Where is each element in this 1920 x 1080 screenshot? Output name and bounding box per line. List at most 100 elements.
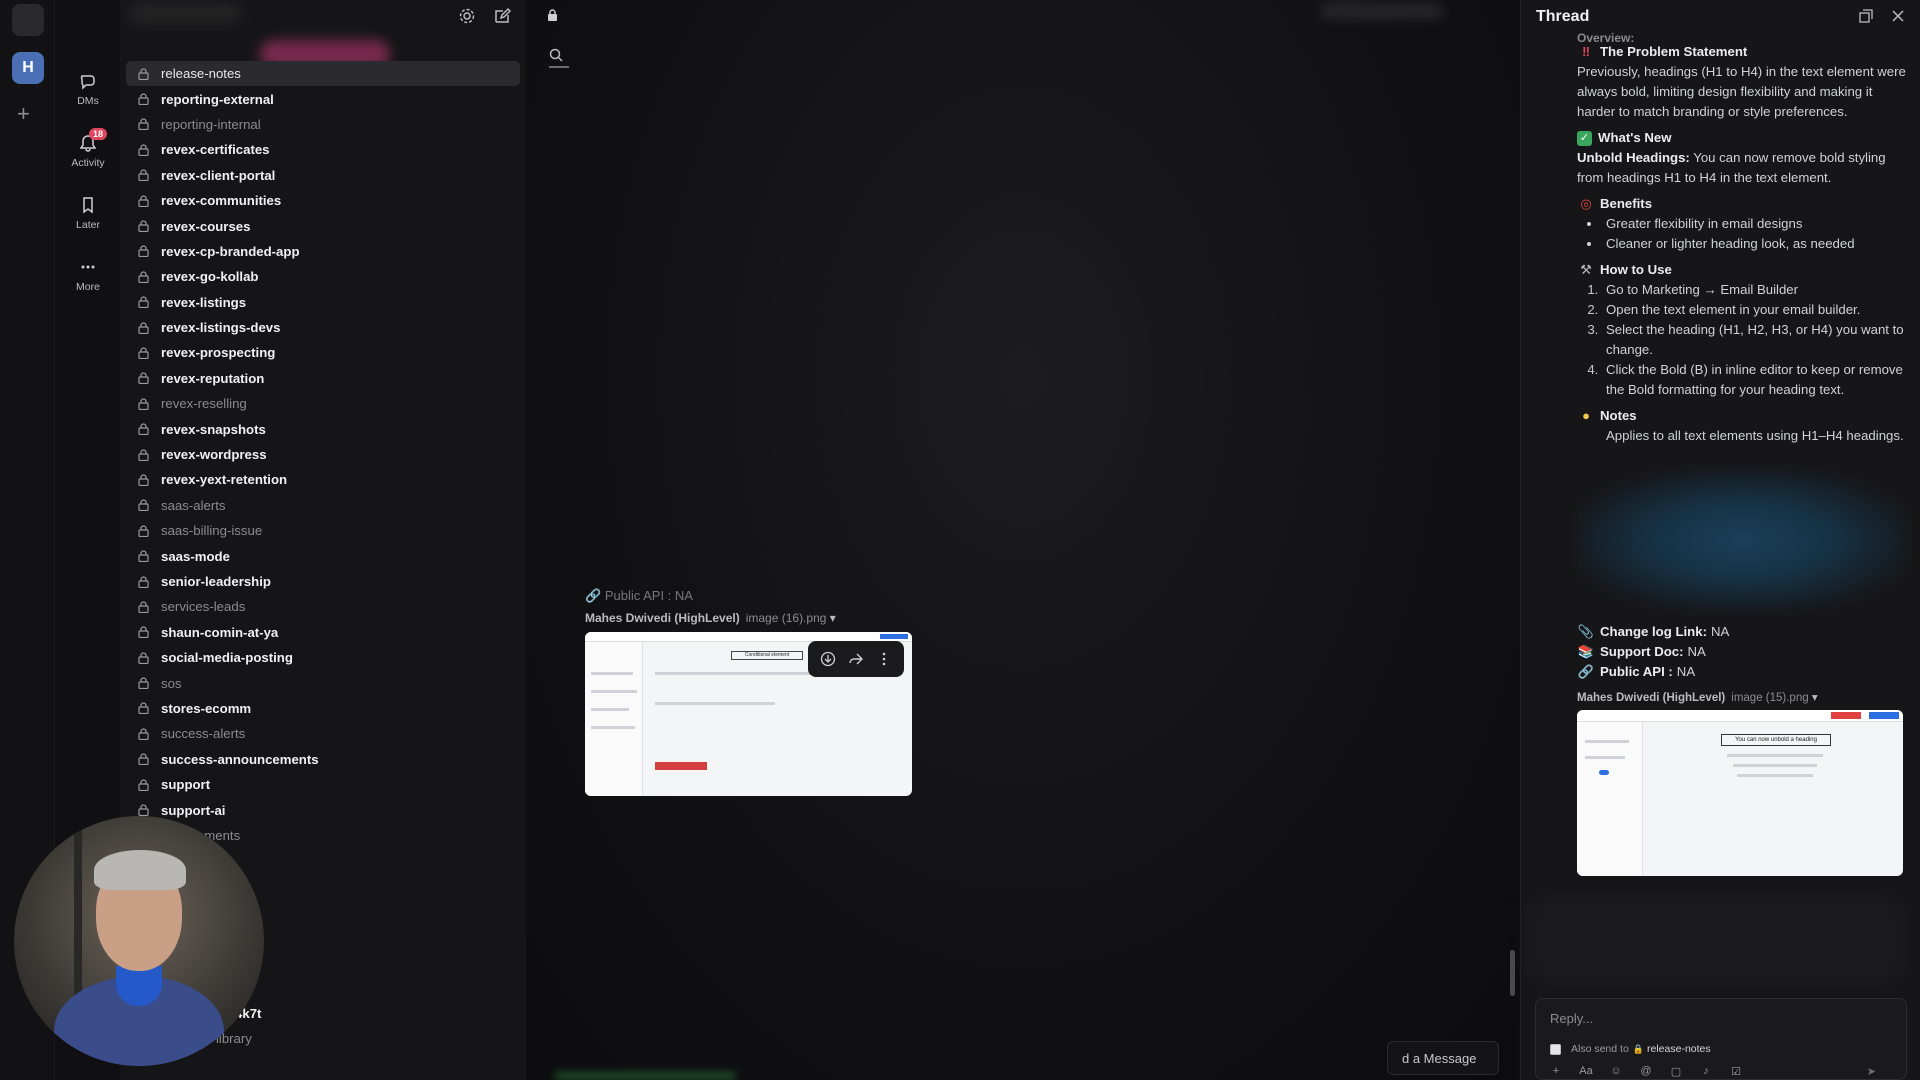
workspace-logo[interactable]: H bbox=[12, 52, 44, 84]
mention-icon[interactable]: @ bbox=[1638, 1065, 1654, 1078]
sidebar-item-channel[interactable]: support-ai bbox=[126, 797, 520, 822]
list-item: Select the heading (H1, H2, H3, or H4) y… bbox=[1602, 320, 1907, 360]
sidebar-item-channel[interactable]: saas-mode bbox=[126, 543, 520, 568]
sidebar-item-channel[interactable]: stores-ecomm bbox=[126, 696, 520, 721]
sidebar-item-channel[interactable]: shaun-comin-at-ya bbox=[126, 620, 520, 645]
sidebar-item-channel[interactable]: revex-prospecting bbox=[126, 340, 520, 365]
add-workspace-icon[interactable]: + bbox=[17, 103, 30, 125]
sidebar-item-channel[interactable]: revex-go-kollab bbox=[126, 264, 520, 289]
send-icon[interactable]: ➤ bbox=[1867, 1065, 1876, 1078]
composer-blurred bbox=[555, 1072, 735, 1080]
sidebar-item-channel[interactable]: sos bbox=[126, 670, 520, 695]
lock-icon bbox=[138, 601, 149, 613]
sidebar-item-channel[interactable]: revex-wordpress bbox=[126, 442, 520, 467]
tools-icon: ⚒ bbox=[1580, 262, 1592, 277]
changelog-label: Change log Link: bbox=[1600, 624, 1707, 639]
gear-icon[interactable] bbox=[458, 7, 476, 25]
sidebar-item-channel[interactable]: revex-snapshots bbox=[126, 416, 520, 441]
sidebar-item-channel[interactable]: release-notes bbox=[126, 61, 520, 87]
api-value: NA bbox=[1676, 664, 1696, 679]
popout-icon[interactable] bbox=[1858, 8, 1874, 24]
chevron-down-icon[interactable]: ▾ bbox=[830, 611, 836, 625]
sidebar-item-channel[interactable]: revex-cp-branded-app bbox=[126, 239, 520, 264]
compose-icon[interactable] bbox=[493, 7, 511, 25]
download-icon[interactable] bbox=[820, 651, 836, 667]
sidebar-item-label: revex-listings-devs bbox=[161, 320, 281, 336]
nav-activity[interactable]: 18 Activity bbox=[56, 128, 120, 169]
more-vertical-icon[interactable] bbox=[876, 651, 892, 667]
send-message-button[interactable]: d a Message bbox=[1387, 1041, 1499, 1075]
message-author[interactable]: Mahes Dwivedi (HighLevel) image (16).png … bbox=[585, 611, 836, 625]
sidebar-item-label: saas-mode bbox=[161, 548, 230, 564]
sidebar-item-channel[interactable]: saas-alerts bbox=[126, 493, 520, 518]
thread-attachment-name[interactable]: image (15).png bbox=[1731, 692, 1808, 704]
sidebar-item-channel[interactable]: success-announcements bbox=[126, 747, 520, 772]
mic-icon[interactable]: ♪ bbox=[1698, 1065, 1714, 1078]
blurred-region bbox=[1531, 900, 1901, 980]
close-icon[interactable] bbox=[1890, 8, 1906, 24]
chevron-down-icon[interactable]: ▾ bbox=[1812, 692, 1818, 704]
sidebar-item-channel[interactable]: revex-listings-devs bbox=[126, 315, 520, 340]
link-icon: 🔗 bbox=[1577, 664, 1595, 679]
video-icon[interactable]: ▢ bbox=[1668, 1065, 1684, 1078]
sidebar-item-channel[interactable]: revex-reputation bbox=[126, 366, 520, 391]
nav-later[interactable]: Later bbox=[56, 196, 120, 231]
shortcut-icon[interactable]: ☑ bbox=[1728, 1065, 1744, 1078]
thread-attachment-author[interactable]: Mahes Dwivedi (HighLevel) image (15).png … bbox=[1577, 690, 1818, 704]
nav-more[interactable]: More bbox=[56, 258, 120, 293]
workspace-name-blurred bbox=[130, 4, 240, 22]
format-icon[interactable]: Aa bbox=[1578, 1065, 1594, 1078]
howto-heading-text: How to Use bbox=[1600, 262, 1672, 277]
thread-image-attachment[interactable]: You can now unbold a heading bbox=[1577, 710, 1903, 876]
sidebar-item-channel[interactable]: revex-communities bbox=[126, 188, 520, 213]
channel-scrollbar[interactable] bbox=[1510, 950, 1515, 996]
webcam-person-collar bbox=[116, 966, 162, 1006]
sidebar-item-label: revex-certificates bbox=[161, 142, 270, 158]
sidebar-item-channel[interactable]: senior-leadership bbox=[126, 569, 520, 594]
screenshot-button bbox=[1869, 712, 1899, 719]
lock-icon bbox=[138, 93, 149, 106]
nav-dms[interactable]: DMs bbox=[56, 72, 120, 107]
activity-badge: 18 bbox=[89, 128, 108, 140]
screenshot-badge bbox=[1831, 712, 1861, 719]
sidebar-item-channel[interactable]: revex-listings bbox=[126, 290, 520, 315]
sidebar-item-channel[interactable]: services-leads bbox=[126, 594, 520, 619]
sidebar-item-channel[interactable]: success-alerts bbox=[126, 721, 520, 746]
lock-icon bbox=[138, 804, 149, 817]
screenshot-toggle bbox=[1599, 770, 1609, 775]
share-icon[interactable] bbox=[848, 651, 864, 667]
search-icon bbox=[549, 48, 563, 62]
sidebar-item-channel[interactable]: revex-client-portal bbox=[126, 163, 520, 188]
sidebar-item-channel[interactable]: support bbox=[126, 772, 520, 797]
lock-icon bbox=[138, 372, 149, 385]
sidebar-item-channel[interactable]: saas-billing-issue bbox=[126, 518, 520, 543]
attachment-name[interactable]: image (16).png bbox=[746, 611, 827, 625]
plus-icon[interactable]: + bbox=[1548, 1065, 1564, 1078]
sidebar-item-channel[interactable]: social-media-posting bbox=[126, 645, 520, 670]
sidebar-item-channel[interactable]: revex-reselling bbox=[126, 391, 520, 416]
lock-icon bbox=[138, 423, 149, 436]
sidebar-item-label: revex-go-kollab bbox=[161, 269, 259, 285]
sidebar-item-label: shaun-comin-at-ya bbox=[161, 624, 279, 640]
sidebar-item-channel[interactable]: reporting-internal bbox=[126, 112, 520, 137]
sidebar-item-channel[interactable]: reporting-external bbox=[126, 86, 520, 111]
window-control[interactable] bbox=[12, 4, 44, 36]
reply-composer[interactable]: Reply... Also send to 🔒 release-notes + … bbox=[1535, 998, 1907, 1080]
lock-icon bbox=[548, 9, 557, 21]
reply-placeholder[interactable]: Reply... bbox=[1550, 1011, 1593, 1026]
screenshot-line bbox=[591, 708, 629, 711]
also-send-checkbox[interactable] bbox=[1550, 1043, 1561, 1055]
sidebar-item-channel[interactable]: revex-certificates bbox=[126, 137, 520, 162]
message-link-text: Public API : NA bbox=[604, 588, 693, 603]
sidebar-item-label: sos bbox=[161, 675, 182, 691]
channel-search-tab[interactable] bbox=[549, 46, 569, 68]
emoji-icon[interactable]: ☺ bbox=[1608, 1065, 1624, 1078]
sidebar-item-channel[interactable]: revex-courses bbox=[126, 213, 520, 238]
webcam-overlay bbox=[14, 816, 264, 1066]
problem-heading: ‼ The Problem Statement bbox=[1577, 42, 1907, 62]
sidebar-item-channel[interactable]: revex-yext-retention bbox=[126, 467, 520, 492]
notes-heading: ● Notes bbox=[1577, 406, 1907, 426]
list-item: Go to Marketing → Email Builder bbox=[1602, 280, 1907, 300]
support-label: Support Doc: bbox=[1600, 644, 1684, 659]
lightbulb-icon: ● bbox=[1582, 408, 1590, 423]
